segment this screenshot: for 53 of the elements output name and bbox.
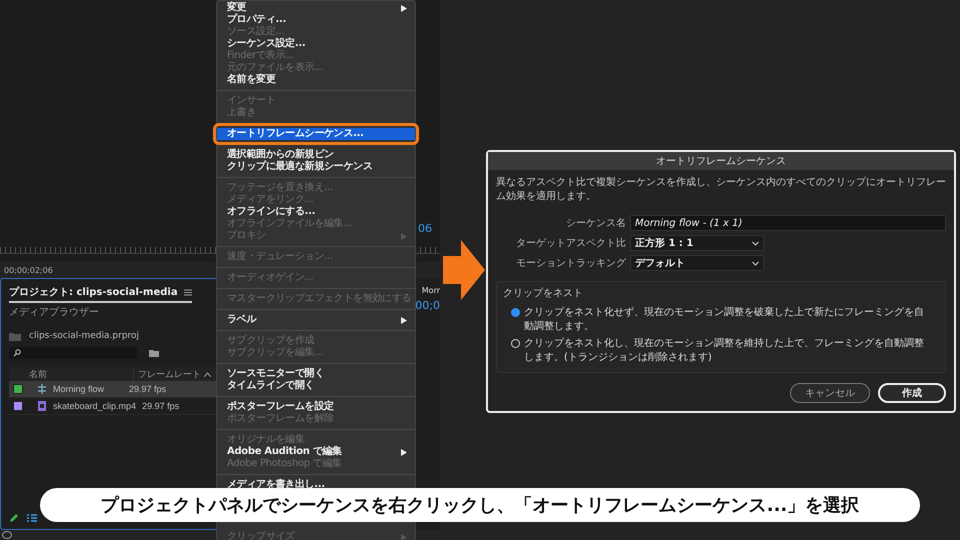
menu-item[interactable]: ソースモニターで開く — [217, 368, 415, 380]
radio-button[interactable] — [511, 308, 520, 317]
column-header[interactable]: フレームレート — [138, 368, 201, 380]
folder-icon — [9, 332, 21, 340]
menu-icon[interactable] — [184, 288, 192, 296]
input-field[interactable]: Morning flow - (1 x 1) — [630, 215, 946, 231]
arrow-icon — [443, 240, 485, 300]
clip-icon — [37, 401, 47, 411]
dialog-title: オートリフレームシーケンス — [488, 152, 954, 170]
dialog-description: 異なるアスペクト比で複製シーケンスを作成し、シーケンス内のすべてのクリップにオートリフレーム効果を適用します。 — [495, 176, 947, 204]
timecode-display: 06 — [418, 222, 432, 235]
item-name: skateboard_clip.mp4 — [53, 401, 136, 411]
list-view-icon[interactable] — [27, 513, 37, 523]
frame-rate: 29.97 fps — [142, 401, 180, 411]
menu-item[interactable]: クリップに最適な新規シーケンス — [217, 161, 415, 173]
pencil-icon[interactable] — [9, 513, 19, 523]
menu-item[interactable]: オートリフレームシーケンス... — [217, 128, 415, 140]
menu-item[interactable]: プロパティ... — [217, 14, 415, 26]
field-label: ターゲットアスペクト比 — [515, 236, 626, 250]
frame-rate: 29.97 fps — [129, 384, 166, 394]
menu-item[interactable]: オフラインにする... — [217, 206, 415, 218]
sequence-icon — [37, 384, 47, 394]
timecode-display: 00;00;02;06 — [4, 266, 53, 274]
radio-label[interactable]: クリップをネスト化し、現在のモーション調整を維持した上で、フレーミングを自動調整します。(トランジションは削除されます) — [524, 337, 931, 364]
panel-tab[interactable]: プロジェクト: clips-social-media — [9, 283, 192, 303]
sort-icon[interactable] — [204, 372, 211, 376]
create-button[interactable]: 作成 — [878, 383, 946, 403]
menu-item[interactable]: 選択範囲からの新規ビン — [217, 149, 415, 161]
panel-tab[interactable]: メディアブラウザー — [9, 303, 99, 323]
cancel-button[interactable]: キャンセル — [790, 383, 870, 403]
menu-item[interactable]: 名前を変更 — [217, 74, 415, 86]
item-name: Morning flow — [53, 384, 106, 394]
dropdown[interactable]: デフォルト — [630, 255, 764, 271]
group-legend: クリップをネスト — [503, 282, 939, 304]
search-icon — [13, 349, 21, 357]
chevron-down-icon — [752, 240, 759, 246]
menu-item[interactable]: シーケンス設定... — [217, 38, 415, 50]
menu-item[interactable]: Adobe Audition で編集 — [217, 446, 415, 458]
field-label: モーショントラッキング — [515, 257, 626, 270]
sequence-tab[interactable]: Morr — [422, 286, 440, 295]
project-path: clips-social-media.prproj — [29, 331, 140, 341]
menu-item[interactable]: ラベル — [217, 314, 415, 326]
field-label: シーケンス名 — [565, 217, 626, 230]
dropdown[interactable]: 正方形 1 : 1 — [630, 235, 764, 251]
column-header[interactable]: 名前 — [9, 368, 133, 380]
search-field[interactable] — [9, 347, 137, 359]
bin-icon[interactable] — [149, 348, 159, 358]
caption-banner: プロジェクトパネルでシーケンスを右クリックし、「オートリフレームシーケンス...」を選択 — [40, 488, 920, 522]
radio-label[interactable]: クリップをネスト化せず、現在のモーション調整を破棄した上で新たにフレーミングを自動調整します。 — [524, 306, 931, 333]
radio-button[interactable] — [511, 339, 520, 348]
timecode-display: 00;0 — [415, 299, 440, 312]
chevron-down-icon — [752, 260, 759, 266]
menu-item[interactable]: 変更 — [217, 2, 415, 14]
